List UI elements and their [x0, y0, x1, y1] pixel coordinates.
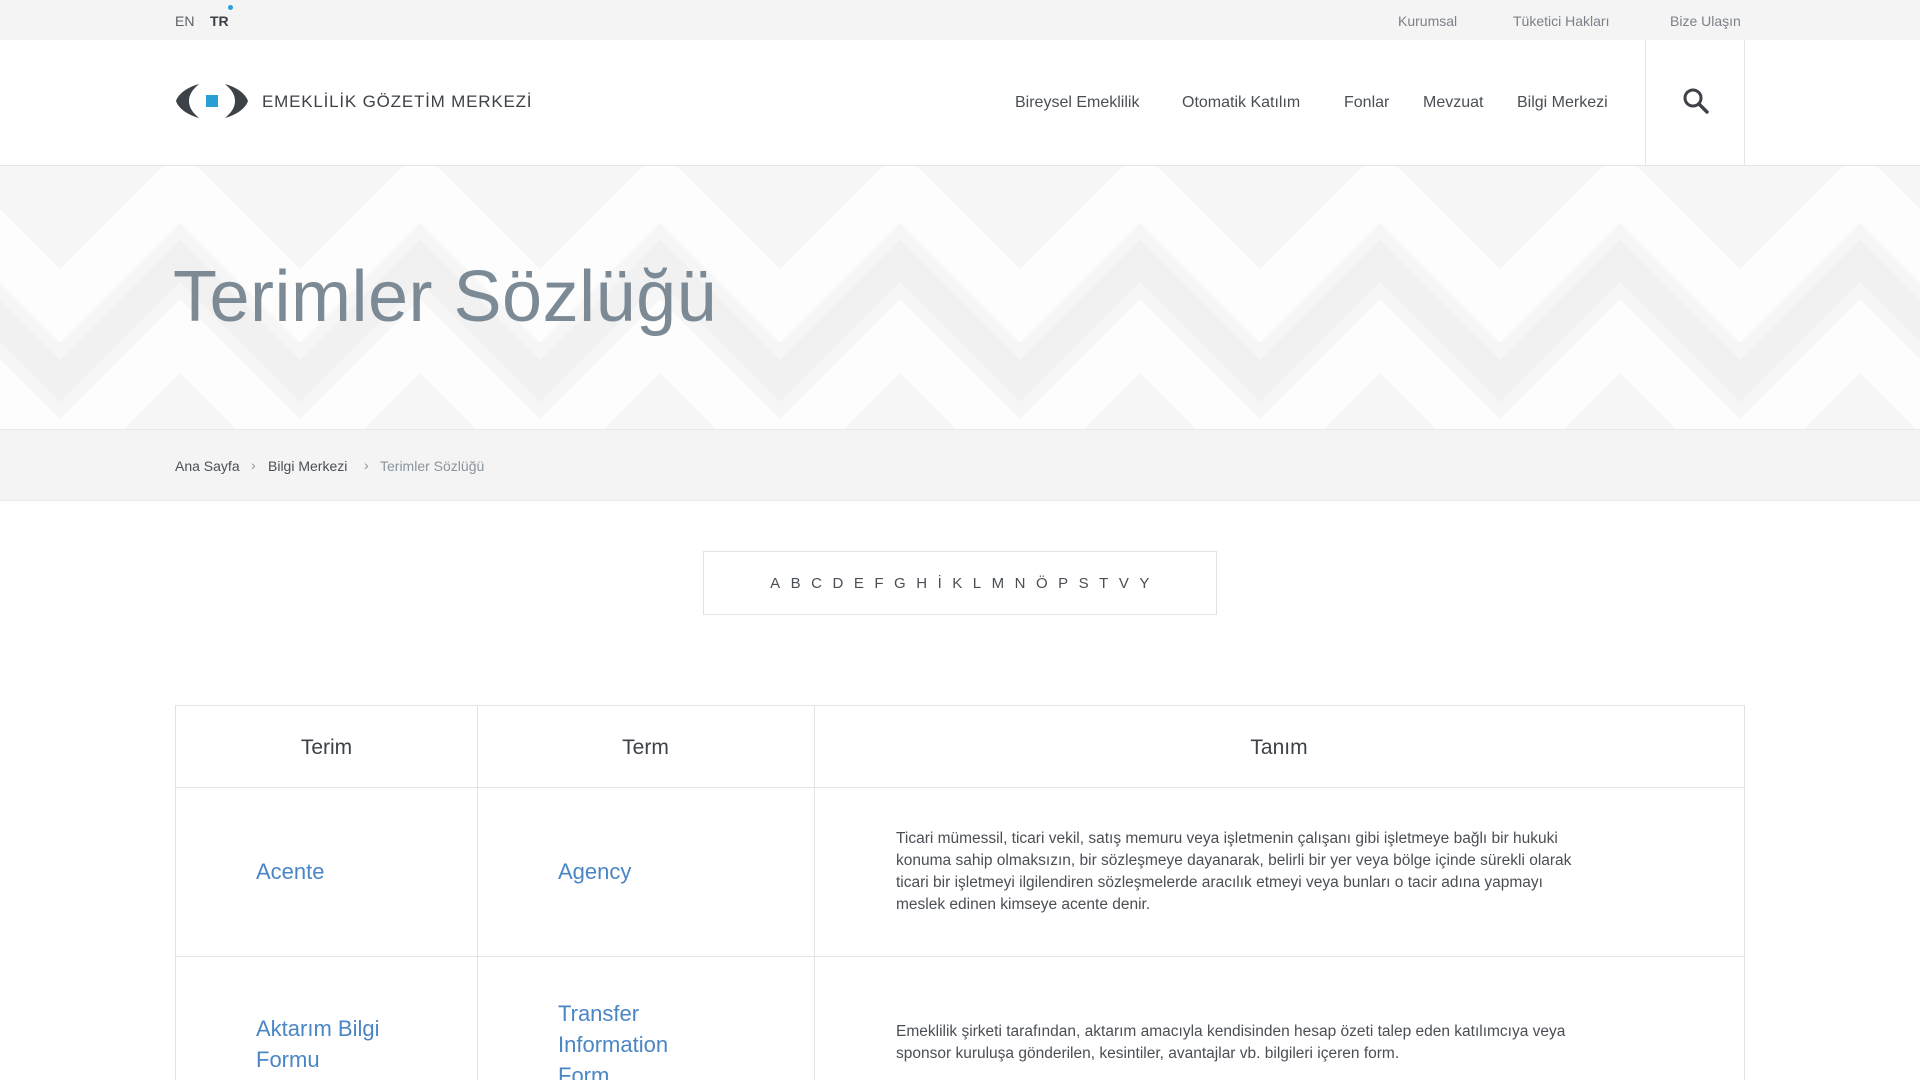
- glossary-table: Terim Term Tanım Acente Agency Ticari mü…: [175, 705, 1745, 1080]
- column-divider: [477, 706, 478, 1080]
- logo-eye-icon[interactable]: [175, 82, 249, 120]
- lang-en-link[interactable]: EN: [175, 13, 194, 29]
- alpha-letter-t[interactable]: T: [1094, 575, 1114, 592]
- chevron-right-icon: ›: [364, 457, 369, 473]
- alpha-letter-i-dotted[interactable]: İ: [933, 575, 948, 592]
- nav-bireysel-emeklilik[interactable]: Bireysel Emeklilik: [1015, 94, 1139, 112]
- alpha-letter-v[interactable]: V: [1114, 575, 1135, 592]
- term-en-link[interactable]: Agency: [558, 856, 631, 887]
- alpha-letter-f[interactable]: F: [869, 575, 889, 592]
- alpha-letter-e[interactable]: E: [849, 575, 870, 592]
- header-tanim: Tanım: [1250, 736, 1308, 759]
- row-divider: [176, 787, 1744, 788]
- alpha-letter-a[interactable]: A: [765, 575, 786, 592]
- nav-fonlar[interactable]: Fonlar: [1344, 94, 1389, 112]
- header-terim: Terim: [300, 736, 353, 759]
- term-en-link[interactable]: Transfer Information Form: [558, 998, 668, 1080]
- alpha-letter-d[interactable]: D: [828, 575, 849, 592]
- alpha-letter-h[interactable]: H: [911, 575, 932, 592]
- search-button[interactable]: [1645, 40, 1745, 165]
- alpha-letter-c[interactable]: C: [806, 575, 827, 592]
- alpha-letter-y[interactable]: Y: [1134, 575, 1155, 592]
- definition-text: Emeklilik şirketi tarafından, aktarım am…: [896, 1023, 1566, 1062]
- active-lang-dot: [228, 5, 233, 10]
- nav-otomatik-katilim[interactable]: Otomatik Katılım: [1182, 94, 1300, 112]
- nav-bilgi-merkezi[interactable]: Bilgi Merkezi: [1517, 94, 1608, 112]
- header-term: Term: [622, 736, 669, 759]
- alpha-letter-n[interactable]: N: [1010, 575, 1031, 592]
- definition-text: Ticari mümessil, ticari vekil, satış mem…: [896, 830, 1572, 913]
- alpha-letter-b[interactable]: B: [786, 575, 807, 592]
- term-tr-link[interactable]: Aktarım Bilgi Formu: [256, 1013, 379, 1075]
- alpha-letter-o-umlaut[interactable]: Ö: [1031, 575, 1053, 592]
- util-link-kurumsal[interactable]: Kurumsal: [1398, 13, 1457, 29]
- alpha-letter-s[interactable]: S: [1074, 575, 1095, 592]
- search-icon: [1683, 88, 1709, 114]
- util-link-bize-ulasin[interactable]: Bize Ulaşın: [1670, 13, 1741, 29]
- brand-name[interactable]: EMEKLİLİK GÖZETİM MERKEZİ: [262, 92, 532, 112]
- alpha-letter-p[interactable]: P: [1053, 575, 1074, 592]
- breadcrumb-current: Terimler Sözlüğü: [380, 458, 485, 474]
- lang-tr-link[interactable]: TR: [210, 13, 229, 29]
- term-tr-link[interactable]: Acente: [256, 856, 325, 887]
- alpha-letter-g[interactable]: G: [889, 575, 911, 592]
- alphabet-filter: A B C D E F G H İ K L M N Ö P S T V Y: [703, 551, 1217, 615]
- alpha-letter-m[interactable]: M: [987, 575, 1010, 592]
- chevron-right-icon: ›: [251, 457, 256, 473]
- alpha-letter-l[interactable]: L: [968, 575, 987, 592]
- top-utility-bar: EN TR Kurumsal Tüketici Hakları Bize Ula…: [0, 0, 1920, 40]
- row-divider: [176, 956, 1744, 957]
- breadcrumb-bilgi-merkezi[interactable]: Bilgi Merkezi: [268, 458, 347, 474]
- column-divider: [814, 706, 815, 1080]
- breadcrumb: Ana Sayfa › Bilgi Merkezi › Terimler Söz…: [0, 429, 1920, 501]
- nav-mevzuat[interactable]: Mevzuat: [1423, 94, 1483, 112]
- page-title: Terimler Sözlüğü: [173, 257, 718, 337]
- main-header: EMEKLİLİK GÖZETİM MERKEZİ Bireysel Emekl…: [0, 40, 1920, 166]
- alpha-letter-k[interactable]: K: [947, 575, 968, 592]
- hero-banner: Terimler Sözlüğü: [0, 166, 1920, 429]
- util-link-tuketici-haklari[interactable]: Tüketici Hakları: [1513, 13, 1609, 29]
- breadcrumb-home[interactable]: Ana Sayfa: [175, 458, 240, 474]
